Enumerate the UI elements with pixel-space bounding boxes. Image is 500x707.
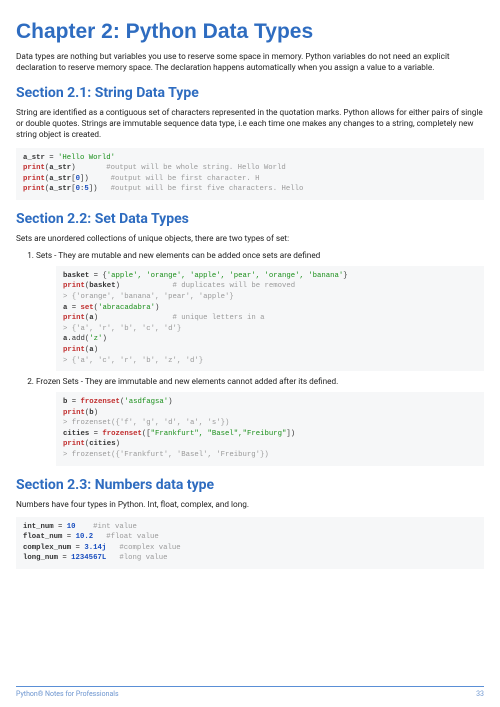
section-22-text: Sets are unordered collections of unique… — [16, 234, 484, 245]
list-item: Sets - They are mutable and new elements… — [36, 251, 484, 371]
section-21-title: Section 2.1: String Data Type — [16, 84, 484, 103]
code-block-23: int_num = 10 #int value float_num = 10.2… — [16, 517, 484, 569]
section-23-title: Section 2.3: Numbers data type — [16, 476, 484, 495]
chapter-intro: Data types are nothing but variables you… — [16, 52, 484, 74]
page-footer: Python® Notes for Professionals 33 — [16, 686, 484, 699]
code-block-22b: b = frozenset('asdfagsa') print(b) > fro… — [56, 392, 484, 465]
section-21-text: String are identified as a contiguous se… — [16, 108, 484, 141]
section-22-list: Sets - They are mutable and new elements… — [16, 251, 484, 466]
chapter-title: Chapter 2: Python Data Types — [16, 18, 484, 46]
footer-page-number: 33 — [476, 690, 484, 699]
footer-book: Python® Notes for Professionals — [16, 690, 119, 699]
code-block-21: a_str = 'Hello World' print(a_str) #outp… — [16, 148, 484, 200]
section-22-title: Section 2.2: Set Data Types — [16, 210, 484, 229]
code-block-22a: basket = {'apple', 'orange', 'apple', 'p… — [56, 266, 484, 371]
section-23-text: Numbers have four types in Python. Int, … — [16, 500, 484, 511]
list-item: Frozen Sets - They are immutable and new… — [36, 377, 484, 466]
